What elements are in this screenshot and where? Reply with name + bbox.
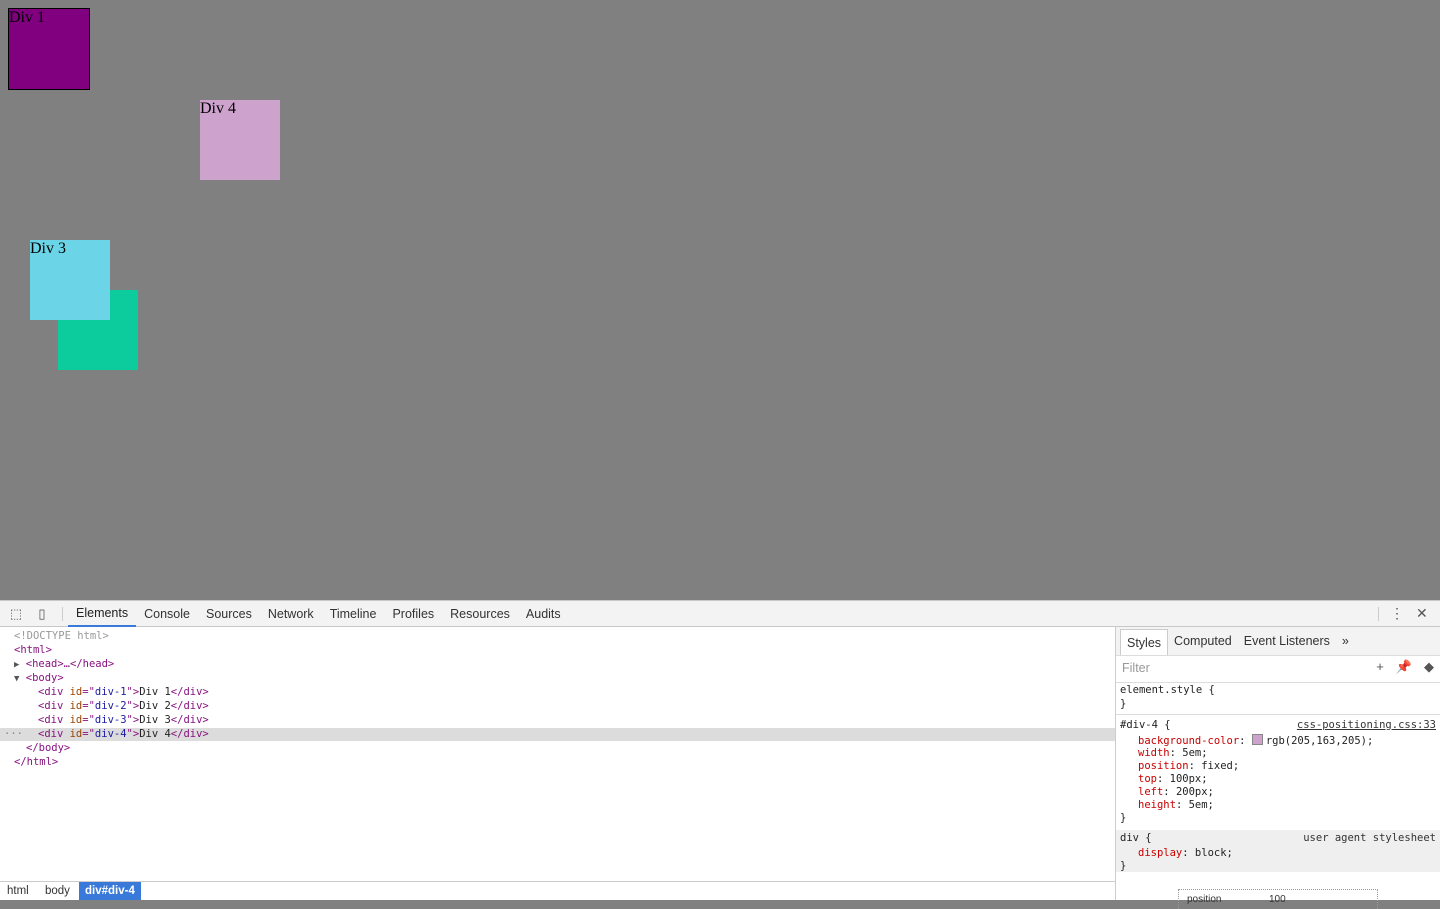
color-format-icon[interactable]: ◆ (1424, 659, 1434, 675)
breadcrumb-body[interactable]: body (39, 882, 76, 900)
doctype-node[interactable]: <!DOCTYPE html> (14, 629, 109, 643)
div-4-box[interactable]: Div 4 (200, 100, 280, 180)
head-node[interactable]: ▶ <head>…</head> (14, 657, 114, 671)
tab-styles[interactable]: Styles (1120, 629, 1169, 655)
div-3-text: Div 3 (139, 714, 171, 726)
ua-prop-display: display: block; (1138, 847, 1233, 859)
new-style-rule-icon[interactable]: + (1376, 659, 1384, 675)
color-swatch-icon[interactable] (1251, 734, 1263, 745)
tab-audits[interactable]: Audits (518, 601, 569, 627)
div-1-text: Div 1 (139, 686, 171, 698)
styles-toolbar: + 📌 ◆ (1376, 659, 1434, 675)
tab-resources[interactable]: Resources (442, 601, 518, 627)
div-1-box[interactable]: Div 1 (8, 8, 90, 90)
div-2-id: div-2 (94, 700, 127, 712)
div-3-id: div-3 (94, 714, 127, 726)
div-4-text: Div 4 (139, 728, 171, 740)
div-1-node[interactable]: <div id="div-1">Div 1</div> (38, 685, 209, 699)
prop-width[interactable]: width: 5em; (1138, 747, 1208, 760)
body-tag: <body> (25, 672, 64, 684)
more-tabs-icon[interactable]: » (1336, 627, 1355, 655)
div-3-box[interactable]: Div 3 (30, 240, 110, 320)
styles-filter-input[interactable]: Filter (1122, 661, 1150, 675)
tab-console[interactable]: Console (136, 601, 198, 627)
filter-divider (1116, 682, 1440, 683)
breadcrumb-html[interactable]: html (1, 882, 35, 900)
rule-selector[interactable]: #div-4 { (1120, 719, 1171, 732)
div-1-id: div-1 (94, 686, 127, 698)
div-3-label: Div 3 (30, 240, 66, 257)
ua-source: user agent stylesheet (1303, 832, 1436, 844)
body-node[interactable]: ▼ <body> (14, 671, 64, 685)
prop-background-color[interactable]: background-color: rgb(205,163,205); (1138, 734, 1373, 748)
ellipsis-icon[interactable]: ··· (4, 727, 23, 741)
devtools-toolbar: ⬚ ▯ Elements Console Sources Network Tim… (0, 600, 1440, 627)
rule-close: } (1120, 812, 1127, 824)
collapse-triangle-icon[interactable]: ▼ (14, 674, 19, 684)
tab-timeline[interactable]: Timeline (322, 601, 385, 627)
div-4-id: div-4 (94, 728, 127, 740)
tab-elements[interactable]: Elements (68, 601, 137, 627)
toolbar-divider-right (1378, 607, 1379, 621)
close-icon[interactable]: ✕ (1416, 605, 1428, 622)
pin-icon[interactable]: 📌 (1396, 659, 1412, 675)
div-4-label: Div 4 (200, 100, 236, 117)
elements-tree: <!DOCTYPE html> <html> ▶ <head>…</head> … (0, 627, 1115, 880)
expand-triangle-icon[interactable]: ▶ (14, 660, 19, 670)
styles-tabs: Styles Computed Event Listeners » (1116, 627, 1440, 656)
tab-computed[interactable]: Computed (1168, 627, 1238, 655)
tab-network[interactable]: Network (260, 601, 322, 627)
devtools-tabs: Elements Console Sources Network Timelin… (68, 601, 569, 627)
div-1-label: Div 1 (9, 9, 45, 26)
toolbar-divider (62, 607, 63, 621)
div-2-node[interactable]: <div id="div-2">Div 2</div> (38, 699, 209, 713)
breadcrumb: html body div#div-4 (0, 881, 1115, 900)
prop-top[interactable]: top: 100px; (1138, 773, 1208, 786)
prop-left[interactable]: left: 200px; (1138, 786, 1214, 799)
element-style-selector[interactable]: element.style { (1120, 684, 1215, 697)
ua-close: } (1120, 860, 1127, 872)
div-2-text: Div 2 (139, 700, 171, 712)
breadcrumb-div-4[interactable]: div#div-4 (79, 882, 141, 900)
tab-profiles[interactable]: Profiles (384, 601, 442, 627)
box-model-diagram: position 100 (1178, 889, 1378, 909)
more-options-icon[interactable]: ⋮ (1390, 605, 1404, 622)
html-node[interactable]: <html> (14, 643, 52, 657)
tab-sources[interactable]: Sources (198, 601, 260, 627)
devtools-panel: ⬚ ▯ Elements Console Sources Network Tim… (0, 600, 1440, 909)
rule-divider (1116, 714, 1440, 715)
body-close-node[interactable]: </body> (26, 741, 70, 755)
rule-source-link[interactable]: css-positioning.css:33 (1297, 719, 1436, 731)
html-close-node[interactable]: </html> (14, 755, 58, 769)
page-viewport: Div 3 Div 1 Div 4 (0, 0, 1440, 600)
ua-selector: div { (1120, 832, 1152, 844)
div-3-node[interactable]: <div id="div-3">Div 3</div> (38, 713, 209, 727)
tab-event-listeners[interactable]: Event Listeners (1238, 627, 1336, 655)
inspect-element-icon[interactable]: ⬚ (8, 606, 24, 622)
prop-height[interactable]: height: 5em; (1138, 799, 1214, 812)
element-style-close: } (1120, 698, 1127, 710)
head-tag: <head>…</head> (25, 658, 115, 670)
styles-sidebar: Styles Computed Event Listeners » Filter… (1115, 627, 1440, 909)
device-mode-icon[interactable]: ▯ (34, 606, 50, 622)
prop-position[interactable]: position: fixed; (1138, 760, 1239, 773)
div-4-node[interactable]: <div id="div-4">Div 4</div> (38, 727, 209, 741)
